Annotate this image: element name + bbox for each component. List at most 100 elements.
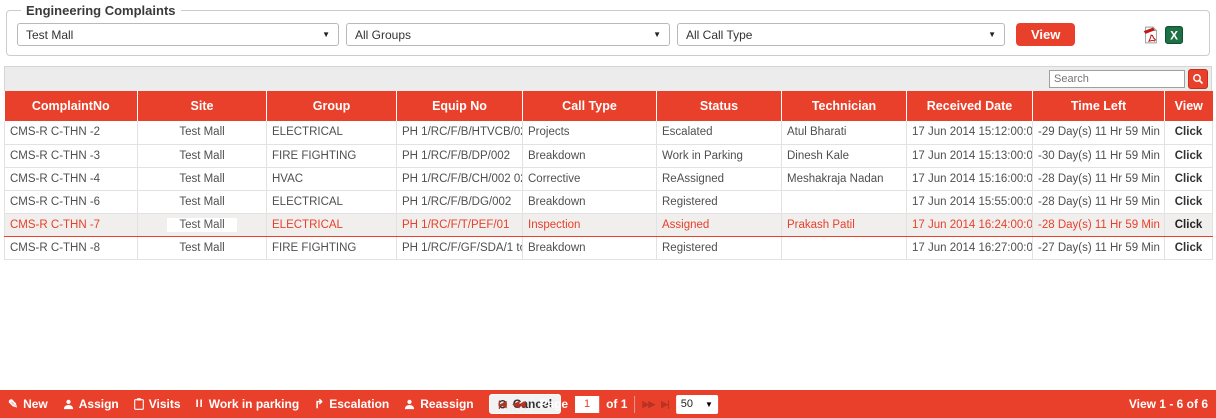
- cell-group: ELECTRICAL: [267, 213, 397, 236]
- cell-time-left: -30 Day(s) 11 Hr 59 Min: [1033, 144, 1165, 167]
- cell-time-left: -28 Day(s) 11 Hr 59 Min: [1033, 167, 1165, 190]
- last-page-button[interactable]: ▶|: [661, 399, 668, 410]
- cell-technician: Dinesh Kale: [782, 144, 907, 167]
- call-type-select-value: All Call Type: [686, 28, 752, 42]
- action-label: Escalation: [329, 397, 389, 411]
- page-of-label: of 1: [606, 397, 627, 411]
- cell-site: Test Mall: [138, 121, 267, 144]
- complaints-grid: ComplaintNoSiteGroupEquip NoCall TypeSta…: [4, 66, 1212, 260]
- column-header-site[interactable]: Site: [138, 91, 267, 121]
- action-label: Reassign: [420, 397, 473, 411]
- cell-group: ELECTRICAL: [267, 190, 397, 213]
- next-page-button[interactable]: ▶▶: [642, 399, 654, 410]
- cell-site: Test Mall: [138, 213, 267, 236]
- view-button[interactable]: View: [1016, 23, 1075, 46]
- column-header-technician[interactable]: Technician: [782, 91, 907, 121]
- chevron-down-icon: ▼: [653, 30, 661, 39]
- grid-toolbar: [4, 66, 1212, 91]
- column-header-group[interactable]: Group: [267, 91, 397, 121]
- action-label: Visits: [149, 397, 181, 411]
- chevron-down-icon: ▼: [988, 30, 996, 39]
- cell-status: Registered: [657, 236, 782, 259]
- first-page-button[interactable]: |◀: [498, 399, 505, 410]
- search-input[interactable]: [1049, 70, 1185, 88]
- table-row[interactable]: CMS-R C-THN -3Test MallFIRE FIGHTINGPH 1…: [5, 144, 1213, 167]
- person-icon: [63, 399, 74, 410]
- cell-time-left: -29 Day(s) 11 Hr 59 Min: [1033, 121, 1165, 144]
- cell-view[interactable]: Click: [1165, 121, 1213, 144]
- table-row[interactable]: CMS-R C-THN -7Test MallELECTRICALPH 1/RC…: [5, 213, 1213, 236]
- cell-received-date: 17 Jun 2014 16:27:00:000: [907, 236, 1033, 259]
- excel-export-icon[interactable]: X: [1165, 26, 1183, 44]
- site-select[interactable]: Test Mall ▼: [17, 23, 339, 46]
- column-header-view[interactable]: View: [1165, 91, 1213, 121]
- search-icon: [1192, 73, 1204, 85]
- cell-technician: [782, 236, 907, 259]
- cell-view[interactable]: Click: [1165, 144, 1213, 167]
- cell-call-type: Breakdown: [523, 144, 657, 167]
- cell-received-date: 17 Jun 2014 15:55:00:000: [907, 190, 1033, 213]
- cell-equip-no: PH 1/RC/F/B/DG/002: [397, 190, 523, 213]
- column-header-complaintno[interactable]: ComplaintNo: [5, 91, 138, 121]
- cell-status: ReAssigned: [657, 167, 782, 190]
- cell-complaint-no: CMS-R C-THN -4: [5, 167, 138, 190]
- records-summary: View 1 - 6 of 6: [1129, 397, 1208, 411]
- cell-view[interactable]: Click: [1165, 190, 1213, 213]
- cell-received-date: 17 Jun 2014 16:24:00:000: [907, 213, 1033, 236]
- pdf-export-icon[interactable]: [1142, 26, 1160, 44]
- column-header-status[interactable]: Status: [657, 91, 782, 121]
- table-row[interactable]: CMS-R C-THN -4Test MallHVACPH 1/RC/F/B/C…: [5, 167, 1213, 190]
- chevron-down-icon: ▼: [705, 400, 713, 409]
- cell-call-type: Corrective: [523, 167, 657, 190]
- cell-equip-no: PH 1/RC/F/GF/SDA/1 to 2: [397, 236, 523, 259]
- table-row[interactable]: CMS-R C-THN -6Test MallELECTRICALPH 1/RC…: [5, 190, 1213, 213]
- cell-view[interactable]: Click: [1165, 236, 1213, 259]
- table-row[interactable]: CMS-R C-THN -2Test MallELECTRICALPH 1/RC…: [5, 121, 1213, 144]
- cell-call-type: Breakdown: [523, 190, 657, 213]
- filters-panel: Engineering Complaints Test Mall ▼ All G…: [6, 3, 1210, 56]
- cell-view[interactable]: Click: [1165, 167, 1213, 190]
- cell-equip-no: PH 1/RC/F/T/PEF/01: [397, 213, 523, 236]
- visits-button[interactable]: Visits: [134, 397, 181, 411]
- pagination-divider: [531, 396, 532, 413]
- page-label: Page: [539, 397, 568, 411]
- person-icon: [404, 399, 415, 410]
- column-header-time-left[interactable]: Time Left: [1033, 91, 1165, 121]
- table-header-row: ComplaintNoSiteGroupEquip NoCall TypeSta…: [5, 91, 1213, 121]
- cell-status: Registered: [657, 190, 782, 213]
- cell-group: FIRE FIGHTING: [267, 236, 397, 259]
- cell-technician: Prakash Patil: [782, 213, 907, 236]
- escalation-icon: ↱: [314, 398, 324, 410]
- cell-time-left: -28 Day(s) 11 Hr 59 Min: [1033, 190, 1165, 213]
- reassign-button[interactable]: Reassign: [404, 397, 473, 411]
- engineering-complaints-page: Engineering Complaints Test Mall ▼ All G…: [0, 0, 1216, 418]
- cell-group: HVAC: [267, 167, 397, 190]
- cell-view[interactable]: Click: [1165, 213, 1213, 236]
- call-type-select[interactable]: All Call Type ▼: [677, 23, 1005, 46]
- group-select[interactable]: All Groups ▼: [346, 23, 670, 46]
- page-number-input[interactable]: [575, 396, 599, 413]
- escalation-button[interactable]: ↱ Escalation: [314, 397, 389, 411]
- cell-received-date: 17 Jun 2014 15:13:00:000: [907, 144, 1033, 167]
- column-header-equip-no[interactable]: Equip No: [397, 91, 523, 121]
- assign-button[interactable]: Assign: [63, 397, 119, 411]
- table-row[interactable]: CMS-R C-THN -8Test MallFIRE FIGHTINGPH 1…: [5, 236, 1213, 259]
- column-header-received-date[interactable]: Received Date: [907, 91, 1033, 121]
- cell-site: Test Mall: [138, 236, 267, 259]
- filters-row: Test Mall ▼ All Groups ▼ All Call Type ▼…: [17, 23, 1199, 46]
- cell-site: Test Mall: [138, 144, 267, 167]
- new-button[interactable]: ✎New: [8, 397, 48, 411]
- cell-received-date: 17 Jun 2014 15:12:00:000: [907, 121, 1033, 144]
- column-header-call-type[interactable]: Call Type: [523, 91, 657, 121]
- cell-time-left: -27 Day(s) 11 Hr 59 Min: [1033, 236, 1165, 259]
- site-chip: Test Mall: [167, 218, 236, 232]
- work-in-parking-button[interactable]: IIWork in parking: [196, 397, 300, 411]
- prev-page-button[interactable]: ◀◀: [513, 399, 525, 410]
- pause-icon: II: [196, 399, 204, 410]
- footer-actions: ✎New Assign Visits IIWork in parking ↱ Escala…: [8, 394, 561, 414]
- cell-status: Work in Parking: [657, 144, 782, 167]
- search-button[interactable]: [1188, 69, 1208, 89]
- page-size-select[interactable]: 50 ▼: [676, 395, 718, 414]
- pencil-icon: ✎: [8, 398, 18, 410]
- cell-group: ELECTRICAL: [267, 121, 397, 144]
